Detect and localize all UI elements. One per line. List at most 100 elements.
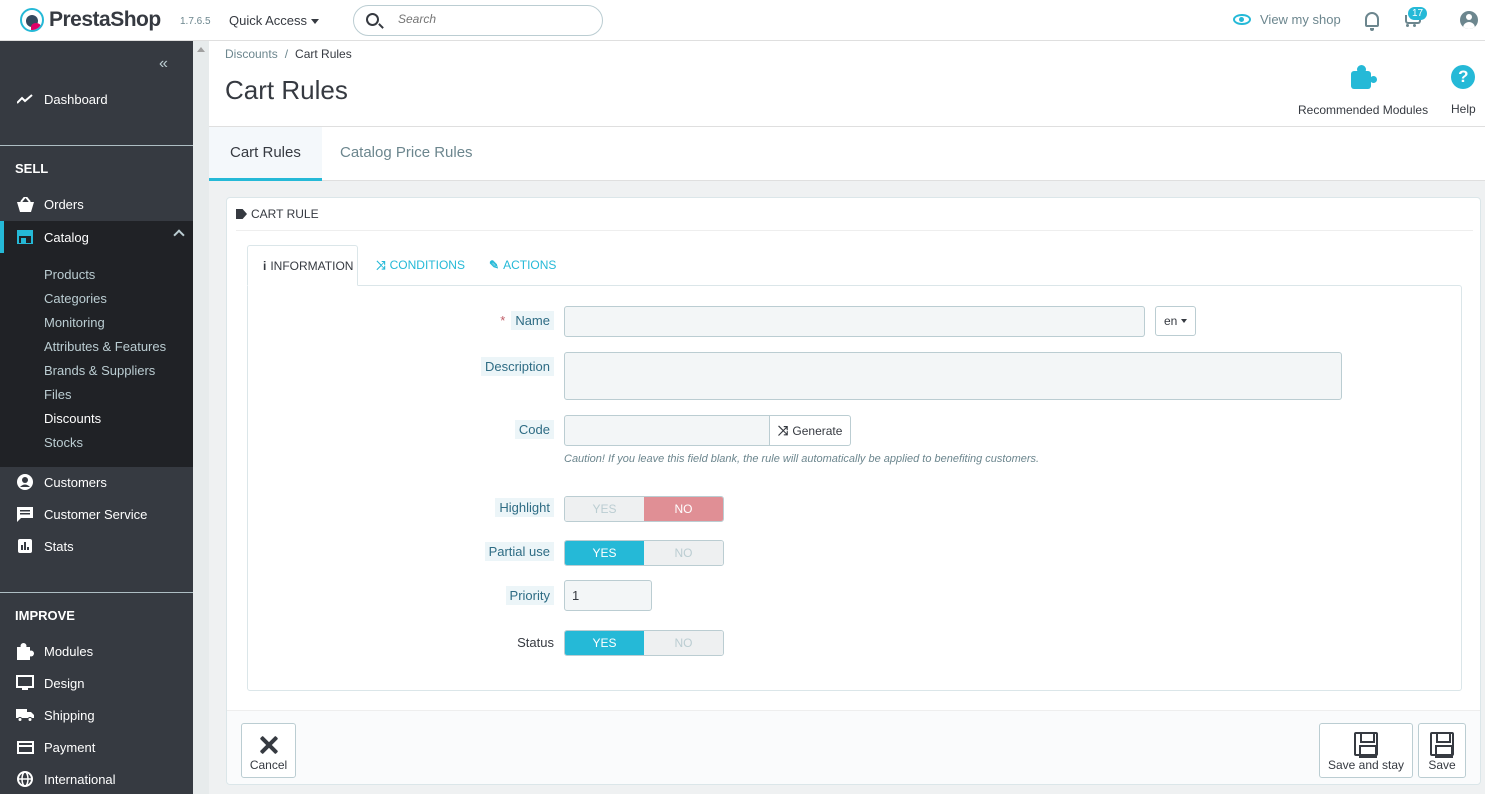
- panel-heading: CART RULE: [236, 207, 319, 221]
- sidebar-item-shipping[interactable]: Shipping: [0, 699, 193, 731]
- save-icon: [1354, 732, 1378, 758]
- help-label: Help: [1451, 102, 1476, 116]
- submenu-item-files[interactable]: Files: [44, 387, 71, 402]
- submenu-item-discounts[interactable]: Discounts: [44, 411, 101, 426]
- sidebar-item-label: Design: [44, 675, 85, 691]
- save-label: Save: [1428, 758, 1456, 772]
- highlight-label-text: Highlight: [495, 498, 554, 517]
- recommended-modules-button[interactable]: Recommended Modules: [1298, 65, 1428, 117]
- sidebar-item-stats[interactable]: Stats: [0, 530, 193, 562]
- breadcrumb-separator: /: [284, 47, 289, 61]
- search-box[interactable]: [353, 5, 603, 36]
- save-and-stay-button[interactable]: Save and stay: [1319, 723, 1413, 778]
- highlight-yes-option[interactable]: YES: [565, 497, 644, 521]
- save-button[interactable]: Save: [1418, 723, 1466, 778]
- save-and-stay-label: Save and stay: [1327, 758, 1405, 772]
- account-circle-icon: [16, 473, 34, 491]
- tab-conditions-label: CONDITIONS: [389, 258, 465, 272]
- sidebar-item-customers[interactable]: Customers: [0, 466, 193, 498]
- tab-information-label: INFORMATION: [270, 258, 354, 273]
- submenu-item-products[interactable]: Products: [44, 267, 95, 282]
- partial-use-yes-option[interactable]: YES: [565, 541, 644, 565]
- status-label: Status: [517, 635, 554, 650]
- code-label-text: Code: [514, 420, 554, 439]
- name-input[interactable]: [564, 306, 1145, 337]
- sidebar-item-dashboard[interactable]: Dashboard: [0, 83, 193, 115]
- sidebar-scrollbar[interactable]: [193, 41, 209, 794]
- sidebar-item-label: Customer Service: [44, 506, 148, 522]
- required-marker: *: [500, 313, 506, 328]
- priority-label-text: Priority: [505, 586, 554, 605]
- divider: [0, 145, 193, 146]
- tag-icon: [236, 209, 247, 219]
- quick-access-dropdown[interactable]: Quick Access: [229, 13, 320, 28]
- bell-icon[interactable]: [1365, 12, 1379, 31]
- brand-name: PrestaShop: [49, 8, 161, 31]
- breadcrumb-cart-rules: Cart Rules: [295, 47, 352, 61]
- submenu-item-attributes-features[interactable]: Attributes & Features: [44, 339, 166, 354]
- prestashop-logo[interactable]: PrestaShop: [20, 8, 161, 32]
- highlight-no-option[interactable]: NO: [644, 497, 723, 521]
- orders-count-badge: 17: [1408, 7, 1428, 20]
- view-my-shop-link[interactable]: View my shop: [1233, 12, 1341, 27]
- catalog-submenu: Products Categories Monitoring Attribute…: [0, 253, 193, 467]
- sidebar-item-customer-service[interactable]: Customer Service: [0, 498, 193, 530]
- sidebar-item-catalog[interactable]: Catalog: [0, 221, 193, 253]
- breadcrumb-discounts[interactable]: Discounts: [225, 47, 278, 61]
- help-icon: ?: [1451, 65, 1476, 89]
- submenu-item-stocks[interactable]: Stocks: [44, 435, 83, 450]
- status-no-option[interactable]: NO: [644, 631, 723, 655]
- shuffle-icon: ⤨: [376, 258, 386, 272]
- sidebar-item-design[interactable]: Design: [0, 667, 193, 699]
- generate-button[interactable]: ⤨ Generate: [770, 415, 852, 446]
- partial-use-no-option[interactable]: NO: [644, 541, 723, 565]
- submenu-item-categories[interactable]: Categories: [44, 291, 107, 306]
- eye-icon: [1233, 14, 1251, 25]
- credit-card-icon: [16, 738, 34, 756]
- code-input[interactable]: [564, 415, 770, 446]
- save-icon: [1430, 732, 1454, 758]
- search-input[interactable]: [398, 12, 588, 26]
- section-improve: IMPROVE: [15, 608, 75, 623]
- user-account-icon[interactable]: [1460, 11, 1478, 29]
- status-switch[interactable]: YES NO: [564, 630, 724, 656]
- highlight-switch[interactable]: YES NO: [564, 496, 724, 522]
- language-value: en: [1164, 314, 1178, 328]
- chat-icon: [16, 505, 34, 523]
- info-icon: i: [263, 258, 267, 273]
- page-title: Cart Rules: [225, 75, 348, 105]
- panel-heading-text: CART RULE: [251, 207, 319, 221]
- tab-conditions[interactable]: ⤨ CONDITIONS: [376, 245, 465, 285]
- puzzle-icon: [16, 642, 34, 660]
- sidebar-item-label: International: [44, 771, 116, 787]
- submenu-item-brands-suppliers[interactable]: Brands & Suppliers: [44, 363, 155, 378]
- tab-catalog-price-rules[interactable]: Catalog Price Rules: [319, 127, 494, 181]
- sidebar-item-orders[interactable]: Orders: [0, 188, 193, 220]
- code-help-text: Caution! If you leave this field blank, …: [564, 453, 1040, 465]
- language-dropdown[interactable]: en: [1155, 306, 1197, 336]
- sidebar-item-label: Orders: [44, 196, 84, 212]
- name-label-text: Name: [511, 311, 554, 330]
- partial-use-switch[interactable]: YES NO: [564, 540, 724, 566]
- collapse-sidebar-icon[interactable]: «: [159, 55, 168, 73]
- sidebar-item-modules[interactable]: Modules: [0, 635, 193, 667]
- submenu-item-monitoring[interactable]: Monitoring: [44, 315, 105, 330]
- help-button[interactable]: ? Help: [1451, 65, 1476, 116]
- tab-cart-rules[interactable]: Cart Rules: [209, 127, 322, 181]
- tab-actions[interactable]: ✎ ACTIONS: [489, 245, 556, 285]
- description-textarea[interactable]: [564, 352, 1342, 400]
- status-yes-option[interactable]: YES: [565, 631, 644, 655]
- store-icon: [16, 228, 34, 246]
- quick-access-label: Quick Access: [229, 13, 308, 28]
- sidebar-item-payment[interactable]: Payment: [0, 731, 193, 763]
- sidebar-item-international[interactable]: International: [0, 763, 193, 794]
- priority-input[interactable]: [564, 580, 652, 611]
- tab-information[interactable]: i INFORMATION: [247, 245, 358, 286]
- cancel-button[interactable]: Cancel: [241, 723, 296, 778]
- search-icon[interactable]: [366, 13, 379, 26]
- tab-actions-label: ACTIONS: [503, 258, 557, 272]
- scroll-up-arrow-icon[interactable]: [197, 46, 205, 54]
- divider: [236, 230, 1473, 231]
- partial-use-label: Partial use: [464, 542, 554, 561]
- sidebar-item-label: Stats: [44, 538, 74, 554]
